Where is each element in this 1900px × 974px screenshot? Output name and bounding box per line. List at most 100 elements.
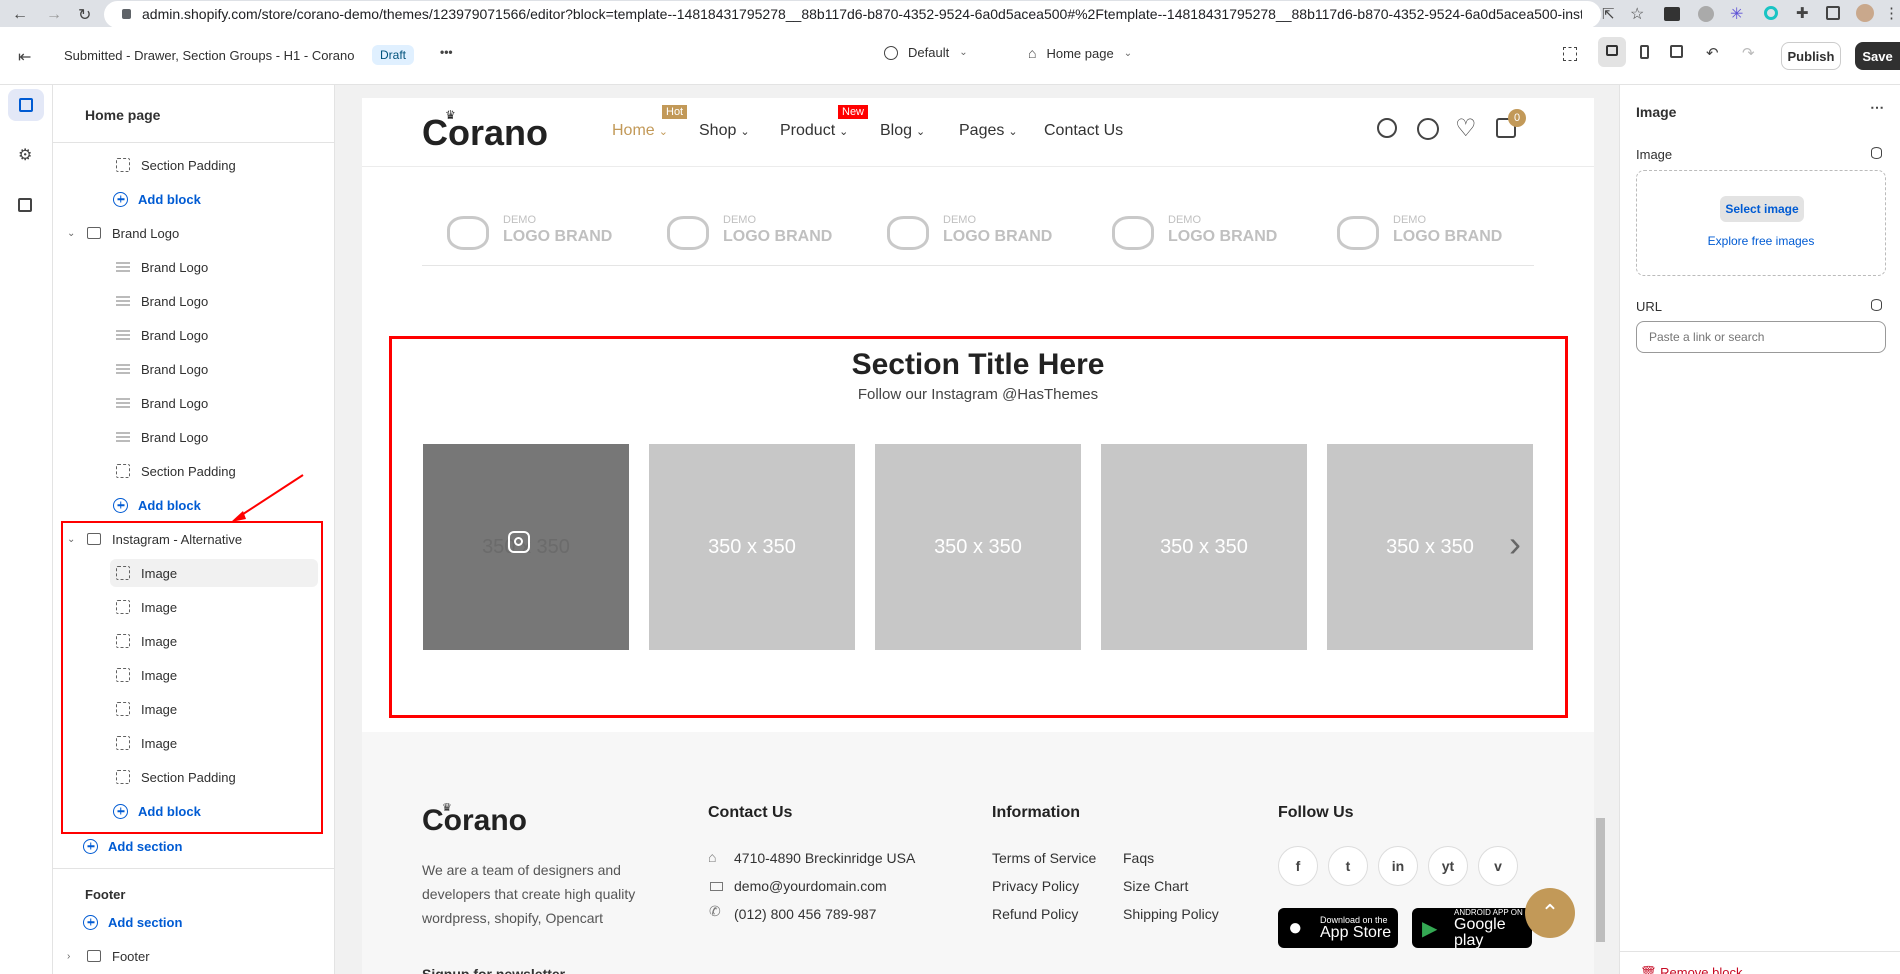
chevron-right-icon: › bbox=[67, 950, 71, 962]
undo-icon[interactable]: ↶ bbox=[1706, 44, 1719, 62]
contact-phone[interactable]: (012) 800 456 789-987 bbox=[734, 906, 876, 922]
bookmark-star-icon[interactable]: ☆ bbox=[1630, 4, 1644, 24]
brand-logo-block-row[interactable]: Brand Logo bbox=[110, 321, 318, 349]
footer-about-line: wordpress, shopify, Opencart bbox=[422, 910, 604, 926]
footer-about-line: developers that create high quality bbox=[422, 886, 636, 902]
select-image-button[interactable]: Select image bbox=[1720, 196, 1804, 222]
desktop-view-button[interactable] bbox=[1598, 37, 1626, 67]
more-actions-button[interactable]: ••• bbox=[440, 45, 453, 59]
browser-menu-icon[interactable]: ⋮ bbox=[1884, 4, 1899, 22]
mobile-view-icon[interactable] bbox=[1640, 45, 1649, 59]
explore-free-images-link[interactable]: Explore free images bbox=[1636, 234, 1886, 248]
extension-flower-icon[interactable]: ✳ bbox=[1730, 4, 1743, 24]
section-label: Brand Logo bbox=[112, 225, 180, 241]
exit-icon[interactable]: ⇤ bbox=[18, 47, 31, 67]
brand-logo-block-row[interactable]: Brand Logo bbox=[110, 389, 318, 417]
image-placeholder-icon bbox=[116, 330, 130, 340]
theme-preview: Corano ♛ Home ⌄ Hot Shop ⌄ Product ⌄ New Blog ⌄ Pa… bbox=[362, 98, 1594, 974]
icon-rail: ⚙ bbox=[0, 85, 53, 974]
instagram-icon[interactable] bbox=[508, 531, 530, 553]
instagram-image[interactable]: 350 x 350 bbox=[1101, 444, 1307, 650]
editor-topbar: ⇤ Submitted - Drawer, Section Groups - H… bbox=[0, 27, 1900, 85]
instagram-image[interactable]: 350 x 350 bbox=[649, 444, 855, 650]
brand-logo-block-row[interactable]: Brand Logo bbox=[110, 355, 318, 383]
linkedin-icon[interactable]: in bbox=[1378, 846, 1418, 886]
redo-icon[interactable]: ↷ bbox=[1742, 44, 1755, 62]
publish-button[interactable]: Publish bbox=[1781, 42, 1841, 70]
extensions-puzzle-icon[interactable]: ✚ bbox=[1796, 4, 1809, 22]
footer-add-section-button[interactable]: Add section bbox=[83, 908, 182, 936]
footer-link[interactable]: Terms of Service bbox=[992, 850, 1096, 866]
add-block-label: Add block bbox=[138, 497, 201, 513]
footer-link[interactable]: Refund Policy bbox=[992, 906, 1078, 922]
brand-logo-block-row[interactable]: Brand Logo bbox=[110, 253, 318, 281]
play-icon: ▶ bbox=[1422, 918, 1438, 940]
reload-icon[interactable]: ↻ bbox=[78, 5, 91, 25]
dynamic-source-icon[interactable] bbox=[1871, 299, 1882, 311]
sections-tab[interactable] bbox=[8, 89, 44, 121]
preview-scrollbar-thumb[interactable] bbox=[1596, 818, 1605, 942]
url-input[interactable] bbox=[1636, 321, 1886, 353]
dynamic-source-icon[interactable] bbox=[1871, 147, 1882, 159]
fullscreen-icon[interactable] bbox=[1670, 45, 1683, 58]
profile-avatar[interactable] bbox=[1856, 4, 1874, 22]
image-placeholder-icon bbox=[116, 262, 130, 272]
more-options-icon[interactable]: ⋯ bbox=[1870, 99, 1884, 116]
remove-block-button[interactable]: 🗑 Remove block bbox=[1640, 965, 1743, 974]
follow-us-title: Follow Us bbox=[1278, 804, 1354, 821]
instagram-image[interactable]: 350 x 350 bbox=[1327, 444, 1533, 650]
footer-link[interactable]: Privacy Policy bbox=[992, 878, 1079, 894]
section-row[interactable]: ⌄ Brand Logo bbox=[67, 219, 179, 247]
chevron-down-icon: ⌄ bbox=[67, 227, 76, 239]
brand-logo-block-row[interactable]: Brand Logo bbox=[110, 423, 318, 451]
instagram-image[interactable]: 350 x 350 bbox=[875, 444, 1081, 650]
page-selector[interactable]: ⌂ Home page ⌄ bbox=[1028, 45, 1132, 61]
add-section-button[interactable]: Add section bbox=[83, 832, 182, 860]
app-store-badge[interactable]: ● Download on the App Store bbox=[1278, 908, 1398, 948]
forward-icon[interactable]: → bbox=[46, 6, 62, 24]
image-field-label: Image bbox=[1636, 147, 1673, 162]
gear-icon[interactable]: ⚙ bbox=[18, 145, 32, 165]
settings-title: Image bbox=[1636, 104, 1677, 120]
scrollbar-track bbox=[334, 143, 335, 974]
apps-icon[interactable] bbox=[18, 198, 32, 212]
trash-icon: 🗑 bbox=[1640, 965, 1661, 974]
inspector-icon[interactable] bbox=[1563, 47, 1577, 61]
youtube-icon[interactable]: yt bbox=[1428, 846, 1468, 886]
back-icon[interactable]: ← bbox=[12, 6, 28, 24]
save-button[interactable]: Save bbox=[1855, 42, 1900, 70]
vimeo-icon[interactable]: v bbox=[1478, 846, 1518, 886]
footer-logo[interactable]: Corano bbox=[422, 804, 527, 838]
browser-toolbar: ← → ↻ admin.shopify.com/store/corano-dem… bbox=[0, 0, 1900, 28]
extension-k-icon[interactable] bbox=[1698, 6, 1714, 22]
carousel-next-icon[interactable]: › bbox=[1509, 523, 1521, 565]
locale-selector[interactable]: Default ⌄ bbox=[884, 45, 968, 60]
contact-email[interactable]: demo@yourdomain.com bbox=[734, 878, 887, 894]
footer-link[interactable]: Faqs bbox=[1123, 850, 1154, 866]
footer-section-row[interactable]: › Footer bbox=[67, 942, 150, 970]
footer-link[interactable]: Size Chart bbox=[1123, 878, 1188, 894]
block-label: Section Padding bbox=[141, 463, 236, 479]
locale-label: Default bbox=[908, 45, 950, 60]
add-block-button[interactable]: Add block bbox=[113, 185, 201, 213]
google-play-badge[interactable]: ▶ ANDROID APP ON Google play bbox=[1412, 908, 1532, 948]
add-block-button[interactable]: Add block bbox=[113, 491, 201, 519]
brand-logo-block-row[interactable]: Brand Logo bbox=[110, 287, 318, 315]
share-icon[interactable]: ⇱ bbox=[1602, 5, 1615, 23]
scroll-to-top-button[interactable]: ⌃ bbox=[1525, 888, 1575, 938]
add-circle-icon bbox=[83, 838, 98, 854]
twitter-icon[interactable]: t bbox=[1328, 846, 1368, 886]
add-circle-icon bbox=[113, 497, 128, 513]
extension-circle-icon[interactable] bbox=[1764, 6, 1778, 20]
sidebar-toggle-icon[interactable] bbox=[1826, 6, 1840, 20]
crown-icon: ♛ bbox=[442, 802, 452, 814]
footer-link[interactable]: Shipping Policy bbox=[1123, 906, 1219, 922]
image-placeholder-icon bbox=[116, 296, 130, 306]
divider bbox=[53, 868, 334, 869]
add-circle-icon bbox=[113, 191, 128, 207]
block-label: Brand Logo bbox=[141, 361, 209, 377]
block-row[interactable]: Section Padding bbox=[110, 151, 318, 179]
extension-icon[interactable] bbox=[1664, 7, 1680, 21]
image-dropzone[interactable] bbox=[1636, 170, 1886, 276]
facebook-icon[interactable]: f bbox=[1278, 846, 1318, 886]
